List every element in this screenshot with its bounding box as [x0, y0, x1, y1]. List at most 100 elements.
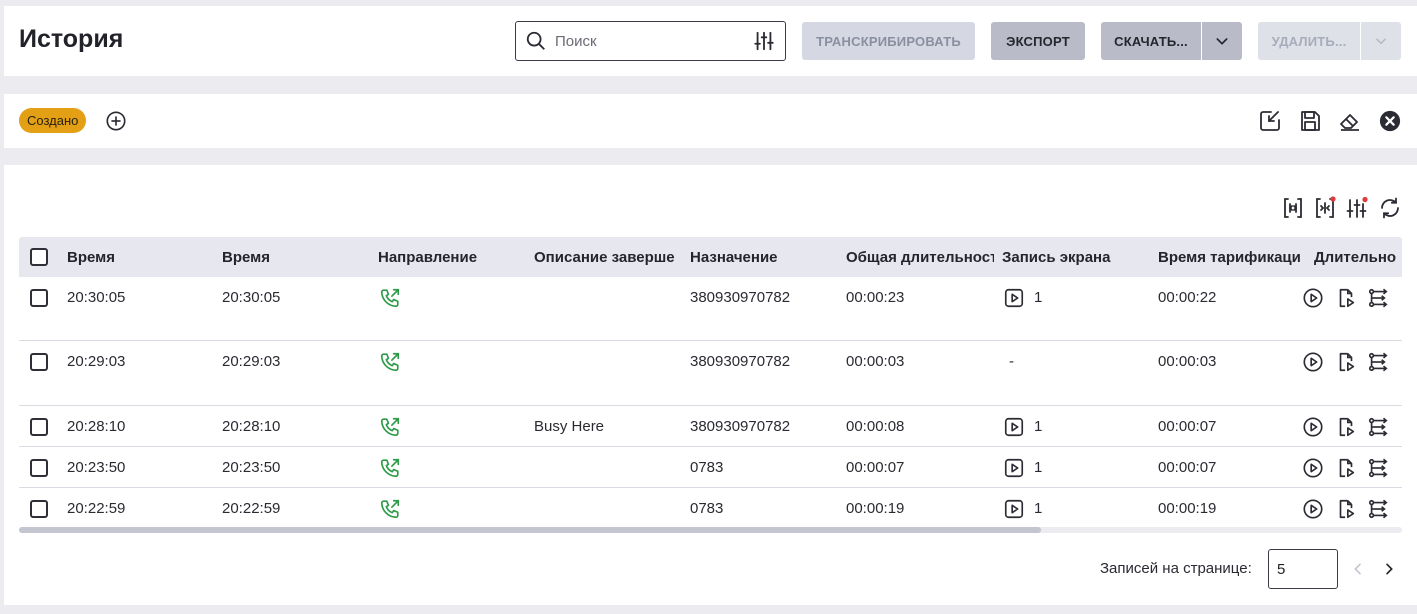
call-flow-icon — [1368, 288, 1388, 308]
select-all-checkbox[interactable] — [30, 248, 48, 266]
outgoing-call-icon — [380, 417, 400, 437]
filter-chip-created[interactable]: Создано — [19, 108, 87, 133]
cell-total-duration: 00:00:19 — [846, 500, 905, 517]
open-file-button[interactable] — [1334, 350, 1358, 374]
cell-screen-record-count: 1 — [1034, 418, 1043, 435]
screen-record-button[interactable] — [1002, 286, 1026, 310]
media-file-icon — [1339, 288, 1355, 308]
export-button[interactable]: ЭКСПОРТ — [991, 22, 1085, 60]
rows-per-page-input[interactable] — [1268, 549, 1338, 589]
add-circle-icon — [106, 111, 126, 131]
table-row[interactable]: 20:29:03 20:29:03 380930970782 00:00:03 - 00:… — [19, 341, 1402, 406]
media-file-icon — [1339, 352, 1355, 372]
cell-billing-time: 00:00:22 — [1158, 289, 1217, 306]
cell-total-duration: 00:00:03 — [846, 353, 905, 370]
row-checkbox[interactable] — [30, 289, 48, 307]
cell-time: 20:23:50 — [67, 459, 126, 476]
play-recording-button[interactable] — [1301, 497, 1325, 521]
play-circle-icon — [1303, 458, 1323, 478]
play-circle-icon — [1303, 288, 1323, 308]
cell-direction — [378, 350, 402, 374]
tune-icon[interactable] — [753, 30, 775, 52]
scrollbar-thumb[interactable] — [19, 527, 1041, 533]
cell-billing-time: 00:00:07 — [1158, 459, 1217, 476]
table-row[interactable]: 20:28:10 20:28:10 Busy Here 380930970782 00:… — [19, 406, 1402, 447]
chevron-left-icon — [1354, 563, 1361, 575]
horizontal-scrollbar[interactable] — [19, 527, 1402, 533]
row-checkbox[interactable] — [30, 500, 48, 518]
delete-dropdown-button[interactable] — [1361, 22, 1401, 60]
play-square-icon — [1004, 417, 1024, 437]
call-flow-button[interactable] — [1366, 350, 1390, 374]
call-flow-button[interactable] — [1366, 497, 1390, 521]
column-header-screen-record[interactable]: Запись экрана — [1002, 249, 1152, 266]
table-header: Время Время Направление Описание заверше… — [19, 237, 1402, 277]
column-header-time[interactable]: Время — [67, 249, 217, 266]
refresh-icon — [1381, 197, 1399, 219]
cell-billing-time: 00:00:07 — [1158, 418, 1217, 435]
table-row[interactable]: 20:30:05 20:30:05 380930970782 00:00:23 1 00:… — [19, 277, 1402, 341]
table-row[interactable]: 20:23:50 20:23:50 0783 00:00:07 1 00:00:07 — [19, 447, 1402, 488]
save-filter-button[interactable] — [1298, 109, 1322, 133]
eraser-icon — [1340, 114, 1359, 131]
fit-columns-button[interactable] — [1313, 196, 1337, 220]
clear-filter-button[interactable] — [1338, 109, 1362, 133]
column-header-completion-description[interactable]: Описание заверше — [534, 249, 682, 266]
cell-time-2: 20:22:59 — [222, 500, 281, 517]
column-header-destination[interactable]: Назначение — [690, 249, 840, 266]
column-header-time-2[interactable]: Время — [222, 249, 372, 266]
transcribe-button[interactable]: ТРАНСКРИБИРОВАТЬ — [802, 22, 975, 60]
load-filter-button[interactable] — [1258, 109, 1282, 133]
delete-button[interactable]: УДАЛИТЬ... — [1258, 22, 1360, 60]
media-file-icon — [1339, 499, 1355, 519]
download-button[interactable]: СКАЧАТЬ... — [1101, 22, 1201, 60]
call-flow-button[interactable] — [1366, 286, 1390, 310]
call-flow-button[interactable] — [1366, 456, 1390, 480]
cell-completion-description: Busy Here — [534, 418, 605, 435]
cell-billing-time: 00:00:19 — [1158, 500, 1217, 517]
play-recording-button[interactable] — [1301, 456, 1325, 480]
cell-time: 20:29:03 — [67, 353, 126, 370]
refresh-button[interactable] — [1378, 196, 1402, 220]
tune-icon — [1346, 196, 1368, 218]
cell-direction — [378, 415, 402, 439]
column-header-direction[interactable]: Направление — [378, 249, 528, 266]
header-panel: История ТРАНСКРИБИРОВАТЬ ЭКСПОРТ СКАЧАТЬ… — [4, 6, 1417, 76]
download-dropdown-button[interactable] — [1202, 22, 1242, 60]
table-row[interactable]: 20:22:59 20:22:59 0783 00:00:19 1 00:00:19 — [19, 488, 1402, 527]
row-checkbox[interactable] — [30, 459, 48, 477]
screen-record-button[interactable] — [1002, 415, 1026, 439]
call-flow-icon — [1368, 458, 1388, 478]
filters-panel: Создано — [4, 94, 1417, 148]
chevron-down-icon — [1216, 38, 1228, 45]
expand-columns-button[interactable] — [1281, 196, 1305, 220]
search-box[interactable] — [515, 21, 786, 61]
play-recording-button[interactable] — [1301, 350, 1325, 374]
cell-direction — [378, 497, 402, 521]
play-circle-icon — [1303, 417, 1323, 437]
next-page-button[interactable] — [1377, 557, 1401, 581]
column-header-total-duration[interactable]: Общая длительност — [846, 249, 994, 266]
column-settings-button[interactable] — [1345, 196, 1369, 220]
close-filter-button[interactable] — [1378, 109, 1402, 133]
play-recording-button[interactable] — [1301, 286, 1325, 310]
column-header-duration[interactable]: Длительно — [1314, 249, 1402, 266]
add-filter-button[interactable] — [104, 109, 128, 133]
play-recording-button[interactable] — [1301, 415, 1325, 439]
open-file-button[interactable] — [1334, 497, 1358, 521]
cell-billing-time: 00:00:03 — [1158, 353, 1217, 370]
cell-screen-record-count: 1 — [1034, 289, 1043, 306]
open-file-button[interactable] — [1334, 456, 1358, 480]
column-header-billing-time[interactable]: Время тарификаци — [1158, 249, 1308, 266]
row-checkbox[interactable] — [30, 353, 48, 371]
outgoing-call-icon — [380, 499, 400, 519]
prev-page-button[interactable] — [1346, 557, 1370, 581]
open-file-button[interactable] — [1334, 286, 1358, 310]
import-icon — [1260, 111, 1280, 131]
call-flow-button[interactable] — [1366, 415, 1390, 439]
screen-record-button[interactable] — [1002, 456, 1026, 480]
row-checkbox[interactable] — [30, 418, 48, 436]
screen-record-button[interactable] — [1002, 497, 1026, 521]
search-input[interactable] — [555, 31, 745, 51]
open-file-button[interactable] — [1334, 415, 1358, 439]
